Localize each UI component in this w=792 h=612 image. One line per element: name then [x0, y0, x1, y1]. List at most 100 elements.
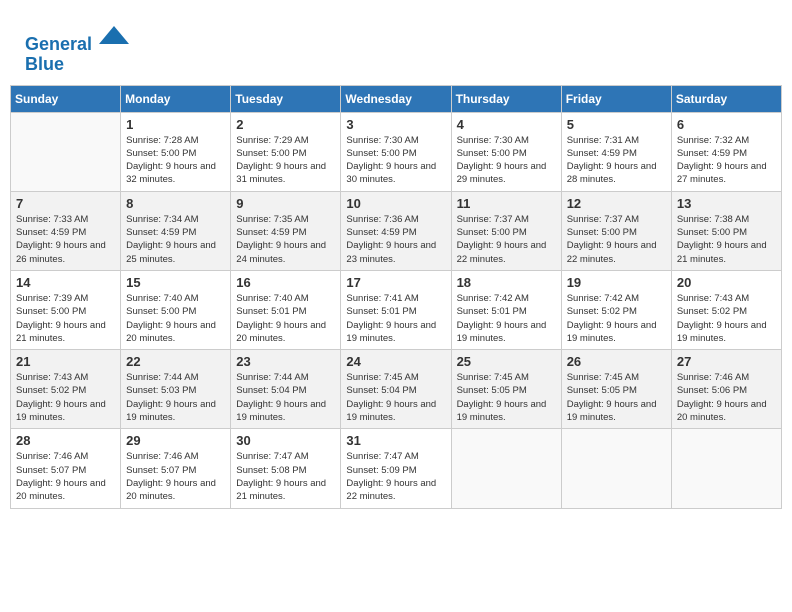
- day-info: Sunrise: 7:30 AMSunset: 5:00 PMDaylight:…: [346, 134, 445, 187]
- day-info: Sunrise: 7:46 AMSunset: 5:07 PMDaylight:…: [16, 450, 115, 503]
- calendar-cell: 23Sunrise: 7:44 AMSunset: 5:04 PMDayligh…: [231, 350, 341, 429]
- day-number: 9: [236, 196, 335, 211]
- calendar-body: 1 Sunrise: 7:28 AMSunset: 5:00 PMDaylight…: [11, 112, 782, 508]
- day-info: Sunrise: 7:45 AMSunset: 5:04 PMDaylight:…: [346, 371, 445, 424]
- day-info: Sunrise: 7:31 AMSunset: 4:59 PMDaylight:…: [567, 134, 666, 187]
- day-number: 29: [126, 433, 225, 448]
- day-info: Sunrise: 7:34 AMSunset: 4:59 PMDaylight:…: [126, 213, 225, 266]
- calendar-cell: 5 Sunrise: 7:31 AMSunset: 4:59 PMDaylight…: [561, 112, 671, 191]
- day-info: Sunrise: 7:44 AMSunset: 5:03 PMDaylight:…: [126, 371, 225, 424]
- day-info: Sunrise: 7:46 AMSunset: 5:06 PMDaylight:…: [677, 371, 776, 424]
- calendar-cell: 27 Sunrise: 7:46 AMSunset: 5:06 PMDayligh…: [671, 350, 781, 429]
- calendar-cell: 8 Sunrise: 7:34 AMSunset: 4:59 PMDaylight…: [121, 191, 231, 270]
- header-day-monday: Monday: [121, 85, 231, 112]
- calendar-cell: 30 Sunrise: 7:47 AMSunset: 5:08 PMDayligh…: [231, 429, 341, 508]
- header-day-saturday: Saturday: [671, 85, 781, 112]
- day-number: 4: [457, 117, 556, 132]
- calendar-cell: 24 Sunrise: 7:45 AMSunset: 5:04 PMDayligh…: [341, 350, 451, 429]
- day-info: Sunrise: 7:42 AMSunset: 5:01 PMDaylight:…: [457, 292, 556, 345]
- calendar-week-1: 1 Sunrise: 7:28 AMSunset: 5:00 PMDaylight…: [11, 112, 782, 191]
- logo: General Blue: [25, 20, 129, 75]
- logo-blue: Blue: [25, 55, 129, 75]
- day-info: Sunrise: 7:45 AMSunset: 5:05 PMDaylight:…: [567, 371, 666, 424]
- day-info: Sunrise: 7:35 AMSunset: 4:59 PMDaylight:…: [236, 213, 335, 266]
- day-info: Sunrise: 7:47 AMSunset: 5:09 PMDaylight:…: [346, 450, 445, 503]
- calendar-cell: 4 Sunrise: 7:30 AMSunset: 5:00 PMDaylight…: [451, 112, 561, 191]
- day-number: 22: [126, 354, 225, 369]
- header-day-wednesday: Wednesday: [341, 85, 451, 112]
- day-info: Sunrise: 7:28 AMSunset: 5:00 PMDaylight:…: [126, 134, 225, 187]
- calendar-cell: 10 Sunrise: 7:36 AMSunset: 4:59 PMDayligh…: [341, 191, 451, 270]
- day-number: 21: [16, 354, 115, 369]
- day-info: Sunrise: 7:42 AMSunset: 5:02 PMDaylight:…: [567, 292, 666, 345]
- calendar-cell: 28 Sunrise: 7:46 AMSunset: 5:07 PMDayligh…: [11, 429, 121, 508]
- calendar-cell: 7 Sunrise: 7:33 AMSunset: 4:59 PMDaylight…: [11, 191, 121, 270]
- calendar-cell: 21 Sunrise: 7:43 AMSunset: 5:02 PMDayligh…: [11, 350, 121, 429]
- day-number: 11: [457, 196, 556, 211]
- day-number: 28: [16, 433, 115, 448]
- day-number: 1: [126, 117, 225, 132]
- day-number: 14: [16, 275, 115, 290]
- calendar-week-2: 7 Sunrise: 7:33 AMSunset: 4:59 PMDaylight…: [11, 191, 782, 270]
- day-number: 24: [346, 354, 445, 369]
- calendar-cell: 19Sunrise: 7:42 AMSunset: 5:02 PMDayligh…: [561, 270, 671, 349]
- calendar-week-3: 14 Sunrise: 7:39 AMSunset: 5:00 PMDayligh…: [11, 270, 782, 349]
- day-number: 10: [346, 196, 445, 211]
- calendar-cell: 25 Sunrise: 7:45 AMSunset: 5:05 PMDayligh…: [451, 350, 561, 429]
- day-number: 30: [236, 433, 335, 448]
- day-info: Sunrise: 7:37 AMSunset: 5:00 PMDaylight:…: [567, 213, 666, 266]
- day-number: 25: [457, 354, 556, 369]
- day-info: Sunrise: 7:47 AMSunset: 5:08 PMDaylight:…: [236, 450, 335, 503]
- calendar-cell: [671, 429, 781, 508]
- calendar-cell: 1 Sunrise: 7:28 AMSunset: 5:00 PMDaylight…: [121, 112, 231, 191]
- calendar-cell: 9 Sunrise: 7:35 AMSunset: 4:59 PMDaylight…: [231, 191, 341, 270]
- logo-text: General: [25, 20, 129, 55]
- day-info: Sunrise: 7:43 AMSunset: 5:02 PMDaylight:…: [677, 292, 776, 345]
- day-number: 8: [126, 196, 225, 211]
- calendar-cell: 13 Sunrise: 7:38 AMSunset: 5:00 PMDayligh…: [671, 191, 781, 270]
- calendar-cell: 16Sunrise: 7:40 AMSunset: 5:01 PMDayligh…: [231, 270, 341, 349]
- day-number: 13: [677, 196, 776, 211]
- calendar-cell: 15Sunrise: 7:40 AMSunset: 5:00 PMDayligh…: [121, 270, 231, 349]
- calendar-cell: 6Sunrise: 7:32 AMSunset: 4:59 PMDaylight…: [671, 112, 781, 191]
- day-number: 2: [236, 117, 335, 132]
- header-day-sunday: Sunday: [11, 85, 121, 112]
- day-info: Sunrise: 7:43 AMSunset: 5:02 PMDaylight:…: [16, 371, 115, 424]
- calendar-table: SundayMondayTuesdayWednesdayThursdayFrid…: [10, 85, 782, 509]
- day-info: Sunrise: 7:33 AMSunset: 4:59 PMDaylight:…: [16, 213, 115, 266]
- calendar-cell: 20Sunrise: 7:43 AMSunset: 5:02 PMDayligh…: [671, 270, 781, 349]
- day-info: Sunrise: 7:45 AMSunset: 5:05 PMDaylight:…: [457, 371, 556, 424]
- day-info: Sunrise: 7:40 AMSunset: 5:01 PMDaylight:…: [236, 292, 335, 345]
- day-number: 26: [567, 354, 666, 369]
- calendar-cell: 22 Sunrise: 7:44 AMSunset: 5:03 PMDayligh…: [121, 350, 231, 429]
- calendar-cell: 3 Sunrise: 7:30 AMSunset: 5:00 PMDaylight…: [341, 112, 451, 191]
- calendar-cell: 26 Sunrise: 7:45 AMSunset: 5:05 PMDayligh…: [561, 350, 671, 429]
- calendar-cell: 29 Sunrise: 7:46 AMSunset: 5:07 PMDayligh…: [121, 429, 231, 508]
- day-info: Sunrise: 7:29 AMSunset: 5:00 PMDaylight:…: [236, 134, 335, 187]
- calendar-cell: 2 Sunrise: 7:29 AMSunset: 5:00 PMDaylight…: [231, 112, 341, 191]
- header-day-tuesday: Tuesday: [231, 85, 341, 112]
- header-day-thursday: Thursday: [451, 85, 561, 112]
- day-info: Sunrise: 7:40 AMSunset: 5:00 PMDaylight:…: [126, 292, 225, 345]
- day-info: Sunrise: 7:30 AMSunset: 5:00 PMDaylight:…: [457, 134, 556, 187]
- logo-general: General: [25, 34, 92, 54]
- calendar-week-5: 28 Sunrise: 7:46 AMSunset: 5:07 PMDayligh…: [11, 429, 782, 508]
- day-info: Sunrise: 7:46 AMSunset: 5:07 PMDaylight:…: [126, 450, 225, 503]
- day-number: 27: [677, 354, 776, 369]
- day-info: Sunrise: 7:36 AMSunset: 4:59 PMDaylight:…: [346, 213, 445, 266]
- day-number: 18: [457, 275, 556, 290]
- header-day-friday: Friday: [561, 85, 671, 112]
- day-number: 12: [567, 196, 666, 211]
- day-info: Sunrise: 7:38 AMSunset: 5:00 PMDaylight:…: [677, 213, 776, 266]
- calendar-cell: 12 Sunrise: 7:37 AMSunset: 5:00 PMDayligh…: [561, 191, 671, 270]
- day-info: Sunrise: 7:39 AMSunset: 5:00 PMDaylight:…: [16, 292, 115, 345]
- calendar-cell: 11 Sunrise: 7:37 AMSunset: 5:00 PMDayligh…: [451, 191, 561, 270]
- day-number: 3: [346, 117, 445, 132]
- day-info: Sunrise: 7:37 AMSunset: 5:00 PMDaylight:…: [457, 213, 556, 266]
- calendar-cell: [451, 429, 561, 508]
- calendar-cell: [561, 429, 671, 508]
- day-number: 5: [567, 117, 666, 132]
- day-number: 23: [236, 354, 335, 369]
- day-number: 17: [346, 275, 445, 290]
- day-number: 7: [16, 196, 115, 211]
